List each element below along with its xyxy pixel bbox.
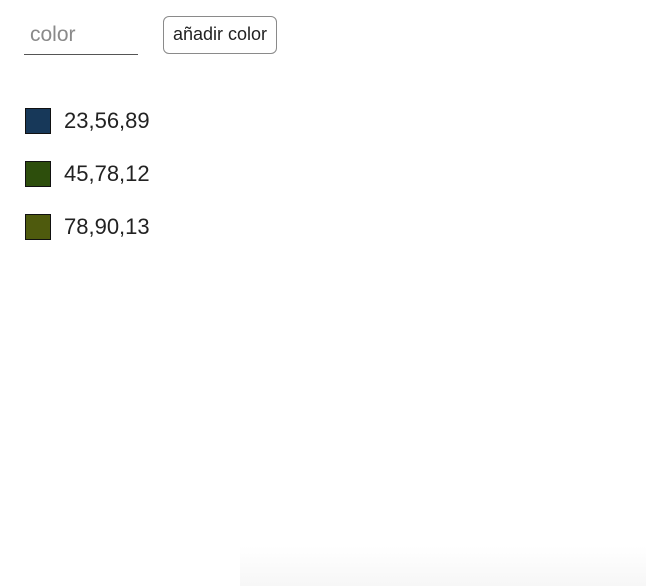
bottom-shadow	[240, 546, 646, 586]
color-rgb-label: 23,56,89	[64, 107, 150, 133]
add-color-button[interactable]: añadir color	[163, 15, 278, 54]
color-swatch	[25, 213, 51, 240]
color-rgb-label: 45,78,12	[64, 160, 150, 186]
add-color-form: añadir color	[24, 15, 278, 55]
color-list-item: 78,90,13	[25, 213, 150, 240]
color-rgb-label: 78,90,13	[64, 213, 150, 239]
color-swatch	[25, 107, 51, 134]
color-input[interactable]	[24, 16, 138, 55]
color-list-item: 23,56,89	[25, 107, 150, 134]
color-swatch	[25, 160, 51, 187]
color-list: 23,56,89 45,78,12 78,90,13	[25, 107, 150, 266]
color-list-item: 45,78,12	[25, 160, 150, 187]
